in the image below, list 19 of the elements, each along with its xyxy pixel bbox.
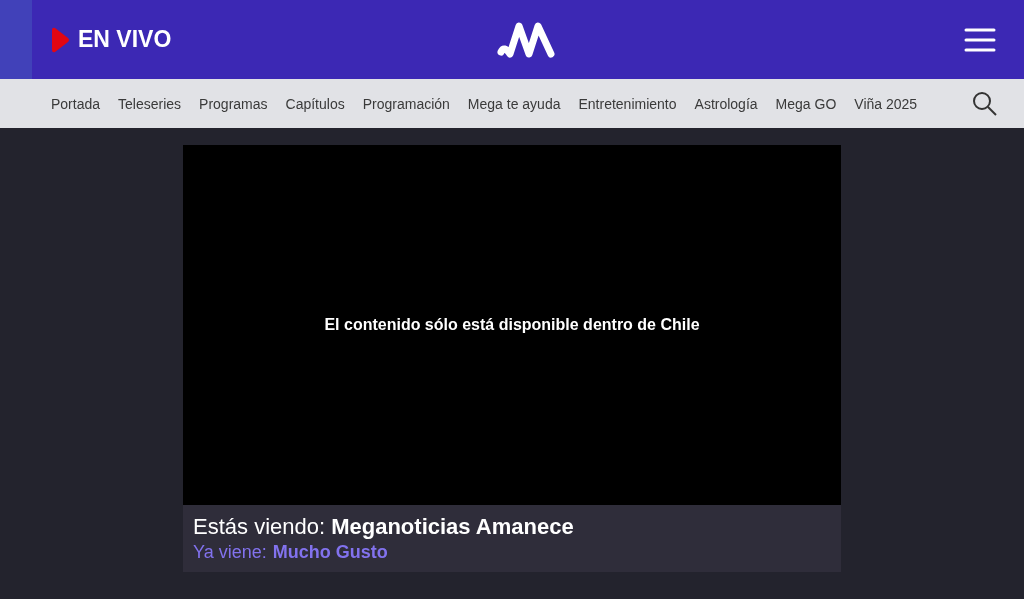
play-icon <box>52 26 70 53</box>
up-next-label: Ya viene: <box>193 542 267 563</box>
now-playing-title: Estás viendo: Meganoticias Amanece <box>193 514 575 540</box>
nav-link[interactable]: Programación <box>362 95 450 112</box>
video-player[interactable]: El contenido sólo está disponible dentro de Chile <box>183 145 841 505</box>
nav-link[interactable]: Entretenimiento <box>578 95 677 112</box>
nav-link[interactable]: Mega te ayuda <box>467 95 561 112</box>
search-icon[interactable] <box>972 90 998 117</box>
nav-link[interactable]: Mega GO <box>775 95 837 112</box>
geo-block-message: El contenido sólo está disponible dentro de Chile <box>324 316 700 334</box>
live-link[interactable]: EN VIVO <box>52 26 172 53</box>
nav-link[interactable]: Teleseries <box>118 95 182 112</box>
nav-link[interactable]: Programas <box>199 95 268 112</box>
nav-link[interactable]: Astrología <box>694 95 758 112</box>
nav-link[interactable]: Viña 2025 <box>854 95 918 112</box>
nav-link[interactable]: Capítulos <box>285 95 345 112</box>
menu-icon[interactable] <box>964 27 996 52</box>
nav-link[interactable]: Portada <box>51 95 101 112</box>
up-next-title: Mucho Gusto <box>272 542 388 563</box>
